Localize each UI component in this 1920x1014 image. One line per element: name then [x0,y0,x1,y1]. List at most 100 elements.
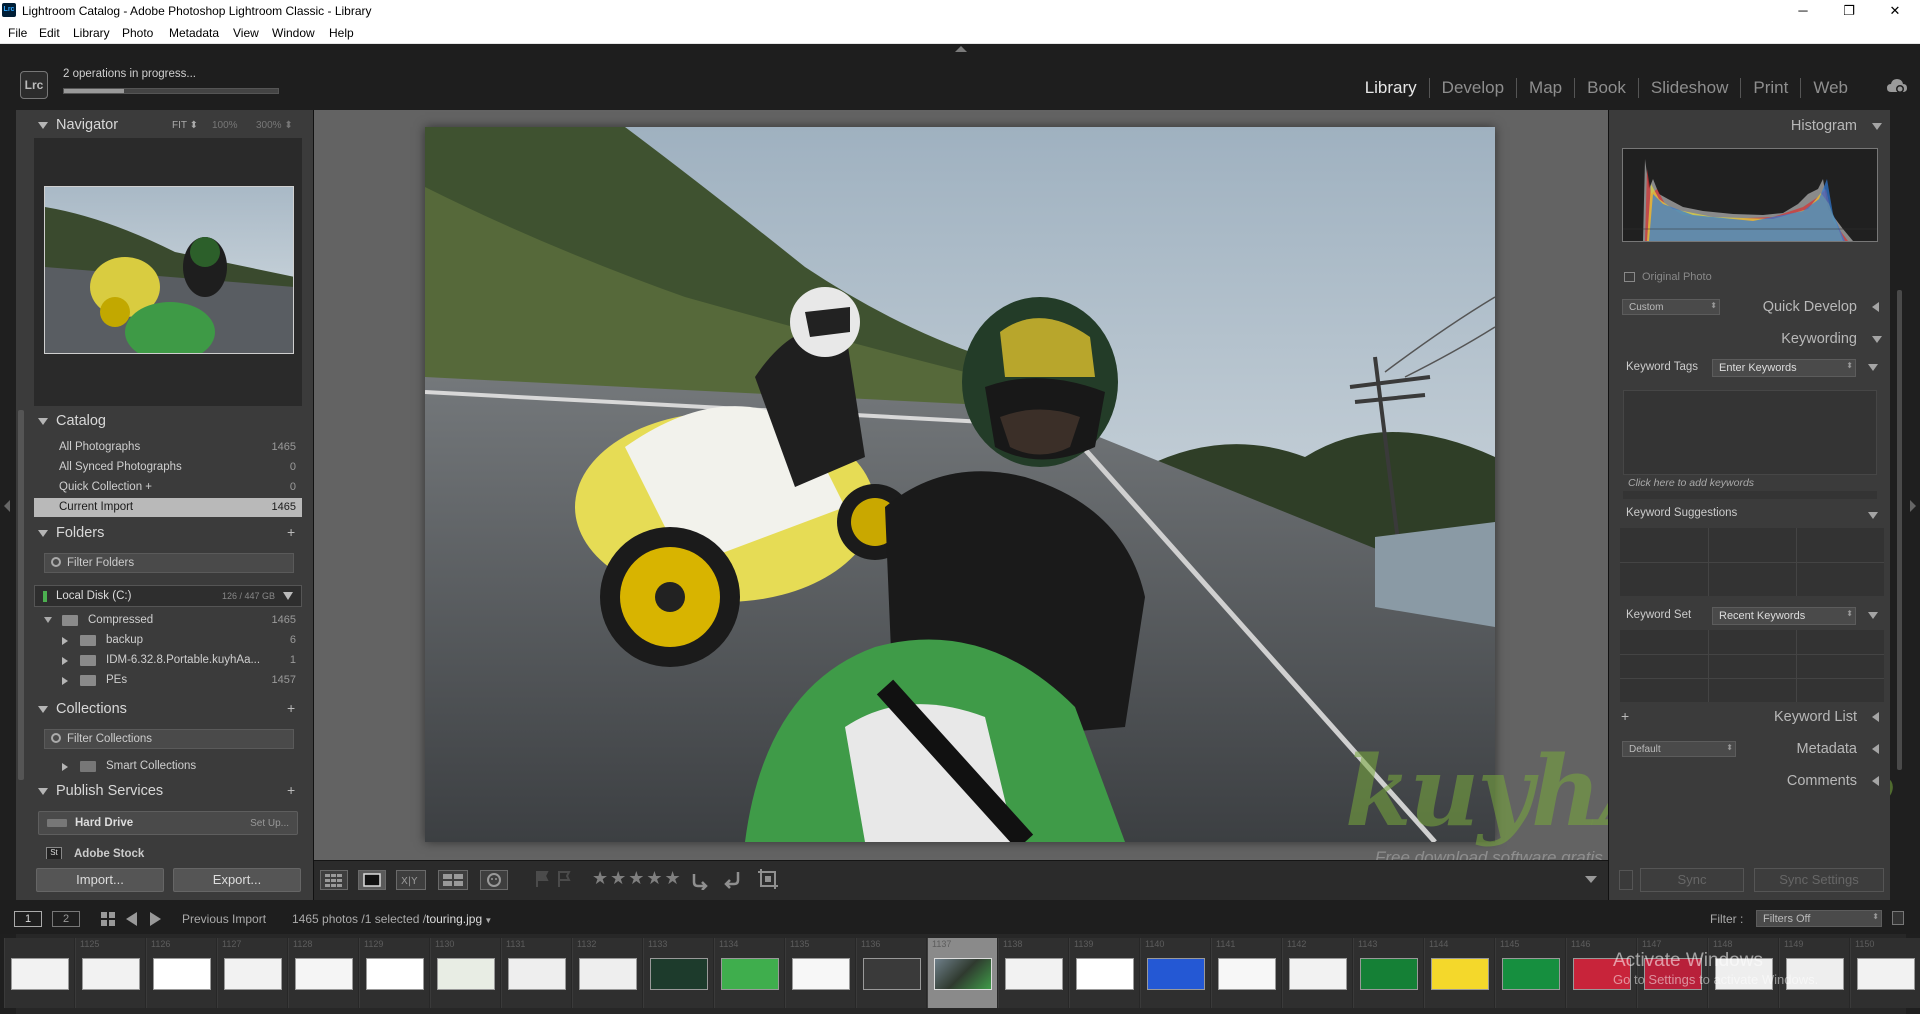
menu-window[interactable]: Window [272,26,315,40]
reject-flag-icon[interactable] [557,870,571,888]
sync-button[interactable]: Sync [1640,868,1744,892]
quick-develop-header[interactable]: Quick Develop [1763,299,1857,315]
local-disk-row[interactable]: Local Disk (C:) 126 / 447 GB [34,585,302,607]
left-panel-toggle-icon[interactable] [4,500,10,512]
module-slideshow[interactable]: Slideshow [1637,78,1741,98]
keyword-list-header[interactable]: Keyword List [1774,709,1857,725]
adobe-stock-service[interactable]: St Adobe Stock [38,845,298,859]
sync-settings-button[interactable]: Sync Settings [1754,868,1884,892]
export-button[interactable]: Export... [173,868,301,892]
expand-icon[interactable] [44,617,52,623]
main-photo[interactable] [425,127,1495,842]
folders-header[interactable]: Folders [38,525,104,541]
histogram-header[interactable]: Histogram [1791,118,1857,134]
filmstrip-cell[interactable]: 1135 [785,938,855,1008]
folder-idm[interactable]: IDM-6.32.8.Portable.kuyhAa... 1 [34,651,302,670]
expand-icon[interactable] [62,637,68,645]
histogram-collapse-icon[interactable] [1872,123,1882,130]
compare-view-icon[interactable]: X|Y [396,870,426,890]
add-keyword-icon[interactable]: + [1621,708,1629,724]
expand-icon[interactable] [62,657,68,665]
catalog-current-import[interactable]: Current Import 1465 [34,498,302,517]
selected-filename[interactable]: touring.jpg [426,912,482,926]
menu-metadata[interactable]: Metadata [169,26,219,40]
filter-folders-input[interactable]: Filter Folders [44,553,294,573]
back-arrow-icon[interactable] [126,912,137,926]
zoom-100[interactable]: 100% [212,120,238,131]
filmstrip-cell[interactable]: 1133 [643,938,713,1008]
minimize-button[interactable]: ─ [1780,0,1826,22]
forward-arrow-icon[interactable] [150,912,161,926]
smart-collections[interactable]: Smart Collections [34,757,302,776]
survey-view-icon[interactable] [438,870,468,890]
filmstrip-cell[interactable]: 1145 [1495,938,1565,1008]
navigator-thumbnail[interactable] [44,186,294,354]
filmstrip-cell[interactable]: 1132 [572,938,642,1008]
add-publish-service-icon[interactable]: + [287,782,295,798]
menu-view[interactable]: View [233,26,259,40]
add-keywords-hint[interactable]: Click here to add keywords [1628,477,1754,489]
disk-menu-icon[interactable] [283,592,293,600]
menu-help[interactable]: Help [329,26,354,40]
filmstrip-cell[interactable]: 1130 [430,938,500,1008]
hard-drive-setup-link[interactable]: Set Up... [250,818,289,829]
pick-flag-icon[interactable] [535,870,549,888]
keyword-tags-select[interactable]: Enter Keywords ⬍ [1712,359,1856,377]
menu-photo[interactable]: Photo [122,26,153,40]
source-label[interactable]: Previous Import [182,912,266,926]
secondary-window-button[interactable]: 2 [52,911,80,927]
add-folder-icon[interactable]: + [287,524,295,540]
module-map[interactable]: Map [1516,78,1574,98]
keyword-suggestions-menu-icon[interactable] [1868,512,1878,519]
filmstrip-cell[interactable]: 1137 [927,938,997,1008]
module-develop[interactable]: Develop [1428,78,1516,98]
catalog-header[interactable]: Catalog [38,413,106,429]
comments-header[interactable]: Comments [1787,773,1857,789]
filmstrip-cell[interactable] [4,938,74,1008]
right-panel-toggle-icon[interactable] [1910,500,1916,512]
expand-icon[interactable] [62,763,68,771]
module-web[interactable]: Web [1800,78,1860,98]
filmstrip-cell[interactable]: 1143 [1353,938,1423,1008]
filmstrip-cell[interactable]: 1141 [1211,938,1281,1008]
menu-file[interactable]: File [8,26,27,40]
filmstrip-cell[interactable]: 1150 [1850,938,1920,1008]
catalog-all-synced[interactable]: All Synced Photographs 0 [34,458,302,477]
menu-edit[interactable]: Edit [39,26,60,40]
publish-services-header[interactable]: Publish Services [38,783,163,799]
keyword-tags-menu-icon[interactable] [1868,364,1878,371]
grid-view-icon[interactable] [320,870,348,890]
quick-develop-preset-select[interactable]: Custom ⬍ [1622,299,1720,315]
keyword-set-menu-icon[interactable] [1868,612,1878,619]
crop-overlay-icon[interactable] [757,868,779,890]
rotate-left-icon[interactable] [690,868,712,891]
add-collection-icon[interactable]: + [287,700,295,716]
keyword-list-expand-icon[interactable] [1872,712,1879,722]
collapse-top-icon[interactable] [955,46,967,52]
import-button[interactable]: Import... [36,868,164,892]
filmstrip-cell[interactable]: 1136 [856,938,926,1008]
sync-switch-icon[interactable] [1619,870,1633,890]
filmstrip-cell[interactable]: 1140 [1140,938,1210,1008]
people-view-icon[interactable] [480,870,508,890]
keyword-set-select[interactable]: Recent Keywords ⬍ [1712,607,1856,625]
module-book[interactable]: Book [1574,78,1638,98]
left-panel-scrollbar[interactable] [18,410,24,780]
filmstrip-cell[interactable]: 1131 [501,938,571,1008]
filmstrip-cell[interactable]: 1138 [998,938,1068,1008]
keywording-collapse-icon[interactable] [1872,336,1882,343]
hard-drive-service[interactable]: Hard Drive Set Up... [38,811,298,835]
keyword-entry-area[interactable] [1623,390,1877,475]
metadata-header[interactable]: Metadata [1797,741,1857,757]
filmstrip-cell[interactable]: 1125 [75,938,145,1008]
star-rating[interactable]: ★★★★★ [592,868,683,889]
filmstrip-cell[interactable]: 1129 [359,938,429,1008]
filmstrip-cell[interactable]: 1128 [288,938,358,1008]
keywording-header[interactable]: Keywording [1781,331,1857,347]
filmstrip-cell[interactable]: 1126 [146,938,216,1008]
folder-backup[interactable]: backup 6 [34,631,302,650]
filmstrip-cell[interactable]: 1139 [1069,938,1139,1008]
toolbar-menu-icon[interactable] [1585,876,1597,883]
filmstrip-cell[interactable]: 1142 [1282,938,1352,1008]
filmstrip-cell[interactable]: 1127 [217,938,287,1008]
